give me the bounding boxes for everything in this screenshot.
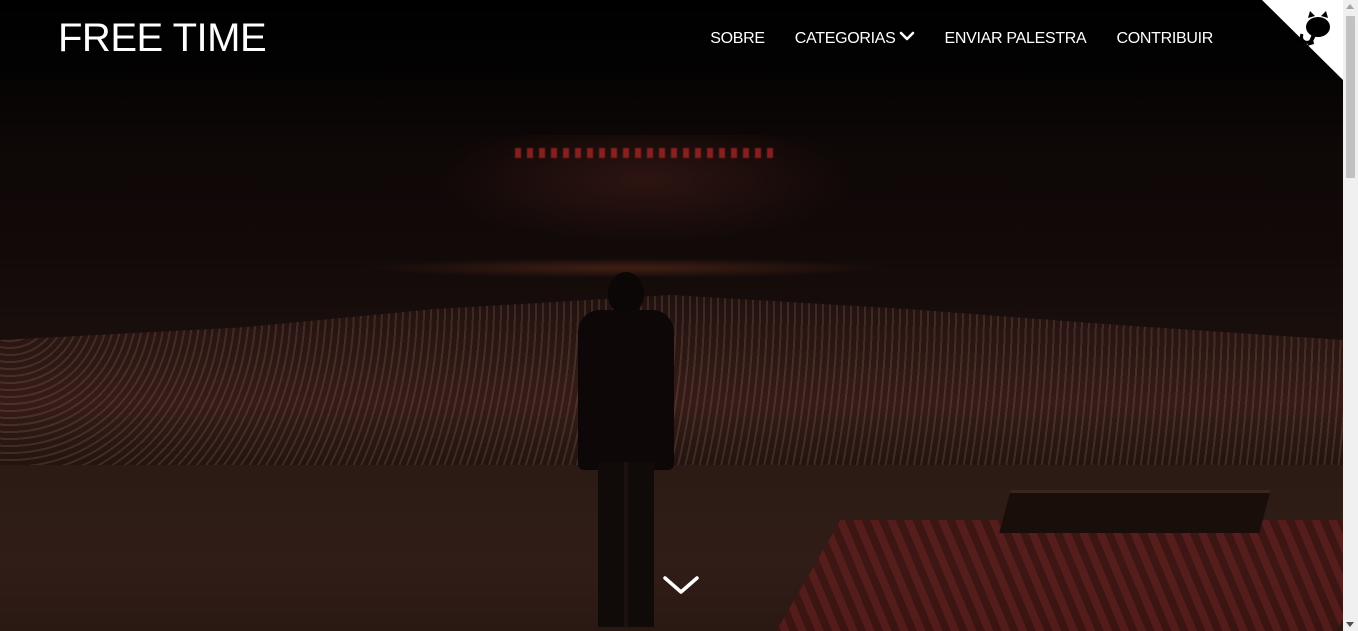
nav-item-label: ENVIAR PALESTRA xyxy=(944,30,1087,47)
stage-table xyxy=(999,490,1271,533)
speaker-legs xyxy=(598,462,654,627)
balcony-lights xyxy=(515,148,775,158)
chevron-down-icon xyxy=(899,28,915,50)
hero-background xyxy=(0,0,1343,631)
nav-item-sobre[interactable]: SOBRE xyxy=(710,28,765,50)
nav-item-categorias[interactable]: CATEGORIAS xyxy=(795,28,915,50)
nav-item-contribuir[interactable]: CONTRIBUIR xyxy=(1116,28,1213,50)
scroll-up-arrow-icon[interactable] xyxy=(1346,4,1354,9)
page-scrollbar[interactable] xyxy=(1343,0,1358,631)
stage-rug xyxy=(759,520,1343,631)
github-corner[interactable] xyxy=(1262,0,1343,80)
nav-item-label: CATEGORIAS xyxy=(794,30,896,47)
github-octocat-icon xyxy=(1262,0,1343,80)
nav-item-enviar-palestra[interactable]: ENVIAR PALESTRA xyxy=(945,28,1087,50)
site-header: FREE TIME SOBRE CATEGORIAS ENVIAR PALEST… xyxy=(0,0,1343,80)
scroll-down-button[interactable] xyxy=(662,574,700,598)
main-nav: SOBRE CATEGORIAS ENVIAR PALESTRA CONTRIB… xyxy=(710,28,1213,50)
nav-item-label: SOBRE xyxy=(710,30,765,47)
scroll-down-arrow-icon[interactable] xyxy=(1346,622,1354,627)
speaker-torso xyxy=(578,310,674,470)
chevron-down-icon xyxy=(663,576,699,594)
site-logo[interactable]: FREE TIME xyxy=(58,15,267,61)
nav-item-label: CONTRIBUIR xyxy=(1116,30,1213,47)
scrollbar-thumb[interactable] xyxy=(1346,16,1355,178)
